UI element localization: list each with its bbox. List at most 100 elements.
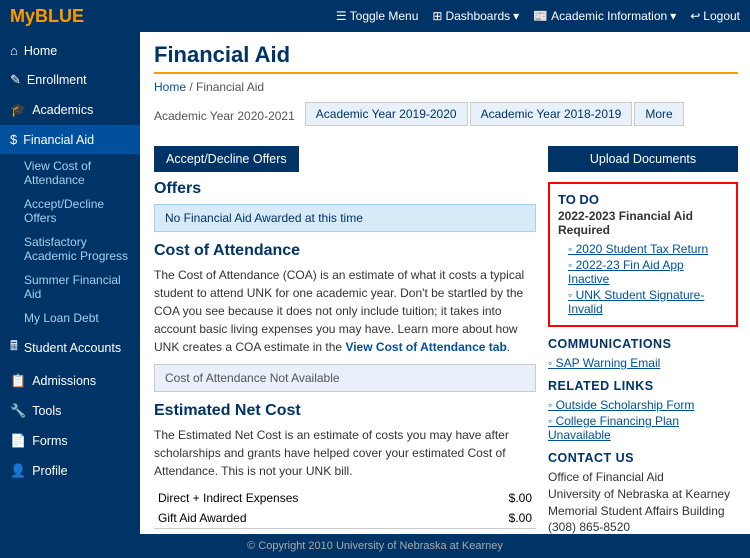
todo-fin-aid-app-link[interactable]: 2022-23 Fin Aid App Inactive — [558, 257, 728, 287]
breadcrumb-home-link[interactable]: Home — [154, 80, 186, 94]
cost-of-attendance-title: Cost of Attendance — [154, 242, 536, 260]
todo-fin-aid-required: 2022-2023 Financial Aid Required — [558, 209, 728, 237]
cost-not-available: Cost of Attendance Not Available — [154, 364, 536, 392]
current-year-label: Academic Year 2020-2021 — [154, 109, 295, 123]
estimated-net-cost-title: Estimated Net Cost — [154, 402, 536, 420]
sap-warning-link[interactable]: SAP Warning Email — [548, 355, 738, 371]
sidebar-sub-view-cost[interactable]: View Cost of Attendance — [0, 154, 140, 192]
sidebar-item-academics[interactable]: 🎓 Academics — [0, 95, 140, 125]
toggle-menu-link[interactable]: ☰ Toggle Menu — [336, 9, 418, 23]
logo-blue: BLUE — [35, 6, 84, 26]
sidebar-item-tools-label: Tools — [32, 404, 61, 418]
year-tabs: Academic Year 2019-2020 Academic Year 20… — [305, 102, 686, 126]
academic-info-link[interactable]: 📰 Academic Information ▾ — [533, 9, 676, 23]
sidebar-item-home-label: Home — [24, 44, 57, 58]
top-nav-actions: ☰ Toggle Menu ⊞ Dashboards ▾ 📰 Academic … — [336, 9, 740, 23]
offers-section-title: Offers — [154, 180, 536, 198]
related-links-title: RELATED LINKS — [548, 379, 738, 393]
forms-icon: 📄 — [10, 433, 26, 449]
todo-tax-return-link[interactable]: 2020 Student Tax Return — [558, 241, 728, 257]
university-name: University of Nebraska at Kearney — [548, 486, 738, 503]
outside-scholarship-link[interactable]: Outside Scholarship Form — [548, 397, 738, 413]
tab-2019-2020[interactable]: Academic Year 2019-2020 — [305, 102, 468, 126]
admissions-icon: 📋 — [10, 373, 26, 389]
dashboards-label: Dashboards — [445, 9, 510, 23]
logo-my: My — [10, 6, 35, 26]
no-aid-message: No Financial Aid Awarded at this time — [154, 204, 536, 232]
gift-aid-label: Gift Aid Awarded — [154, 508, 469, 529]
gift-aid-amount: $.00 — [469, 508, 536, 529]
logout-link[interactable]: ↩ Logout — [690, 9, 740, 23]
sidebar-item-forms[interactable]: 📄 Forms — [0, 426, 140, 456]
student-accounts-icon: 🖩 — [10, 337, 18, 359]
home-icon: ⌂ — [10, 43, 18, 58]
footer-text: © Copyright 2010 University of Nebraska … — [247, 540, 503, 552]
dashboards-icon: ⊞ — [432, 9, 442, 23]
content-right: Upload Documents TO DO 2022-2023 Financi… — [548, 146, 738, 558]
table-row: Direct + Indirect Expenses $.00 — [154, 488, 536, 508]
sidebar-item-financial-aid[interactable]: $ Financial Aid — [0, 125, 140, 154]
estimated-net-cost-body: The Estimated Net Cost is an estimate of… — [154, 426, 536, 480]
financial-aid-icon: $ — [10, 132, 17, 147]
direct-indirect-amount: $.00 — [469, 488, 536, 508]
profile-icon: 👤 — [10, 463, 26, 479]
page-title: Financial Aid — [154, 42, 738, 74]
sidebar-item-enrollment-label: Enrollment — [27, 73, 87, 87]
direct-indirect-label: Direct + Indirect Expenses — [154, 488, 469, 508]
content-columns: Accept/Decline Offers Offers No Financia… — [154, 146, 738, 558]
todo-title: TO DO — [558, 192, 728, 207]
cost-of-attendance-body: The Cost of Attendance (COA) is an estim… — [154, 266, 536, 356]
sidebar: ⌂ Home ✎ Enrollment 🎓 Academics $ Financ… — [0, 32, 140, 558]
sidebar-item-home[interactable]: ⌂ Home — [0, 36, 140, 65]
enrollment-icon: ✎ — [10, 72, 21, 88]
accept-decline-button[interactable]: Accept/Decline Offers — [154, 146, 299, 172]
sidebar-item-student-accounts-label: Student Accounts — [24, 341, 121, 355]
sidebar-item-enrollment[interactable]: ✎ Enrollment — [0, 65, 140, 95]
tools-icon: 🔧 — [10, 403, 26, 419]
tab-more[interactable]: More — [634, 102, 683, 126]
dashboards-link[interactable]: ⊞ Dashboards ▾ — [432, 9, 519, 23]
sidebar-item-financial-aid-label: Financial Aid — [23, 133, 94, 147]
content-left: Accept/Decline Offers Offers No Financia… — [154, 146, 536, 558]
footer: © Copyright 2010 University of Nebraska … — [0, 534, 750, 558]
dashboards-chevron-icon: ▾ — [513, 9, 519, 23]
sidebar-item-profile-label: Profile — [32, 464, 67, 478]
tab-2018-2019[interactable]: Academic Year 2018-2019 — [470, 102, 633, 126]
sidebar-sub-summer[interactable]: Summer Financial Aid — [0, 268, 140, 306]
upload-documents-button[interactable]: Upload Documents — [548, 146, 738, 172]
sidebar-item-admissions[interactable]: 📋 Admissions — [0, 366, 140, 396]
sidebar-item-profile[interactable]: 👤 Profile — [0, 456, 140, 486]
communications-title: COMMUNICATIONS — [548, 337, 738, 351]
sidebar-item-student-accounts[interactable]: 🖩 Student Accounts — [0, 330, 140, 366]
main-content: Financial Aid Home / Financial Aid Acade… — [140, 32, 750, 558]
academic-info-chevron-icon: ▾ — [670, 9, 676, 23]
top-navigation: MyBLUE ☰ Toggle Menu ⊞ Dashboards ▾ 📰 Ac… — [0, 0, 750, 32]
academic-info-icon: 📰 — [533, 9, 548, 23]
college-financing-link[interactable]: College Financing Plan Unavailable — [548, 413, 738, 443]
toggle-menu-icon: ☰ — [336, 9, 347, 23]
building-name: Memorial Student Affairs Building — [548, 503, 738, 520]
breadcrumb: Home / Financial Aid — [154, 80, 738, 94]
table-row: Gift Aid Awarded $.00 — [154, 508, 536, 529]
sidebar-item-tools[interactable]: 🔧 Tools — [0, 396, 140, 426]
app-logo: MyBLUE — [10, 6, 84, 27]
breadcrumb-current: Financial Aid — [196, 80, 264, 94]
sidebar-item-academics-label: Academics — [32, 103, 93, 117]
view-cost-link[interactable]: View Cost of Attendance tab — [345, 340, 506, 354]
logout-label: Logout — [703, 9, 740, 23]
sidebar-item-forms-label: Forms — [32, 434, 67, 448]
todo-unk-student-link[interactable]: UNK Student Signature-Invalid — [558, 287, 728, 317]
sidebar-sub-satisfactory[interactable]: Satisfactory Academic Progress — [0, 230, 140, 268]
academics-icon: 🎓 — [10, 102, 26, 118]
main-layout: ⌂ Home ✎ Enrollment 🎓 Academics $ Financ… — [0, 32, 750, 558]
contact-us-title: CONTACT US — [548, 451, 738, 465]
sidebar-sub-accept-decline[interactable]: Accept/Decline Offers — [0, 192, 140, 230]
year-tabs-row: Academic Year 2020-2021 Academic Year 20… — [154, 102, 738, 136]
sidebar-sub-loan-debt[interactable]: My Loan Debt — [0, 306, 140, 330]
todo-box: TO DO 2022-2023 Financial Aid Required 2… — [548, 182, 738, 327]
sidebar-item-admissions-label: Admissions — [32, 374, 96, 388]
logout-icon: ↩ — [690, 9, 700, 23]
office-name: Office of Financial Aid — [548, 469, 738, 486]
toggle-menu-label: Toggle Menu — [350, 9, 419, 23]
academic-info-label: Academic Information — [551, 9, 667, 23]
